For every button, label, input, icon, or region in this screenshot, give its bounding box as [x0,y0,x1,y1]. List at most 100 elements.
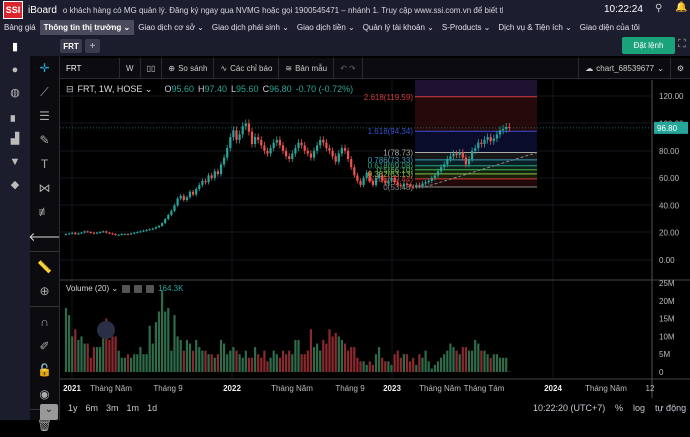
menu-item[interactable]: S-Products ⌄ [438,20,495,35]
candle-body [433,175,436,179]
auto-toggle[interactable]: tự động [655,403,686,413]
menu-item[interactable]: Giao diện của tôi [576,20,644,35]
bar-chart-icon[interactable]: ▮ [0,35,30,58]
candle-body [350,158,353,168]
compare-button[interactable]: ⊕ So sánh [162,57,215,79]
candle-body [278,139,281,146]
volume-bar [223,343,226,372]
candle-body [325,142,328,149]
volume-bar [130,357,133,372]
menu-item[interactable]: Giao dịch cơ sở ⌄ [134,20,208,35]
percent-toggle[interactable]: % [615,403,623,413]
volume-bar [176,336,179,372]
settings-gear-icon[interactable]: ⚙ [671,58,690,79]
range-button-6m[interactable]: 6m [86,403,99,413]
candle-body [102,231,105,233]
settings-icon[interactable] [122,284,131,293]
volume-bar [387,361,390,372]
series-title[interactable]: FRT, 1W, HOSE ⌄ [78,84,153,95]
volume-bar [288,350,291,372]
volume-bar [136,354,139,372]
candle-body [108,232,111,234]
menu-item[interactable]: Bảng giá [0,20,40,35]
globe-icon[interactable]: ◍ [0,81,30,104]
candle-body [495,134,498,139]
stats-icon[interactable]: ▖ [0,104,30,127]
tab-frt[interactable]: FRT [60,39,82,53]
time-tick: Tháng Tám [464,384,505,393]
range-button-1y[interactable]: 1y [68,403,78,413]
volume-tick: 20M [659,297,675,306]
lock-drawing-icon[interactable]: ✐ [30,334,59,358]
menu-item[interactable]: Giao dịch tiền ⌄ [293,20,359,35]
menu-item[interactable]: Thông tin thị trường ⌄ [39,20,135,35]
time-tick: 2021 [63,384,81,393]
volume-bar [427,361,430,372]
volume-bar [449,343,452,372]
menu-item[interactable]: Quản lý tài khoản ⌄ [359,20,438,35]
add-tab-button[interactable]: + [85,39,100,53]
crosshair-icon[interactable]: ✛ [30,56,59,80]
trend-line-icon[interactable]: ⟋ [30,80,59,104]
volume-bar [384,361,387,372]
fib-level-label: 2.618(119.59) [364,93,414,102]
candle-body [492,138,495,142]
candle-body [74,232,77,235]
log-toggle[interactable]: log [633,403,645,413]
range-button-1m[interactable]: 1m [127,403,140,413]
text-icon[interactable]: T [30,152,59,176]
candle-type-icon[interactable]: ▯▯ [141,57,163,79]
candle-body [210,175,213,179]
hide-icon[interactable] [134,284,143,293]
ruler-icon[interactable]: 📏 [30,255,59,279]
brush-icon[interactable]: ✎ [30,128,59,152]
collapse-icon[interactable]: ⊟ [66,84,74,95]
volume-bar [331,336,334,372]
zoom-in-icon[interactable]: ⊕ [30,279,59,303]
candle-body [170,210,173,215]
scroll-down-button[interactable]: ⌄ [40,404,58,420]
unlock-icon[interactable]: 🔓 [30,358,59,382]
candle-body [232,130,235,138]
ssi-logo[interactable]: SSI [3,1,23,19]
pattern-icon[interactable]: ⋈ [30,176,59,200]
range-button-1d[interactable]: 1d [147,403,157,413]
candle-body [83,231,86,233]
templates-button[interactable]: ≋ Bản mẫu [279,57,335,79]
volume-label[interactable]: Volume (20) ⌄ [66,284,118,293]
interval-button[interactable]: W [120,57,141,79]
volume-tick: 0 [659,368,664,377]
volume-bar [477,343,480,372]
menu-item[interactable]: Giao dịch phái sinh ⌄ [208,20,293,35]
candle-body [164,219,167,224]
candle-body [306,150,309,154]
fullscreen-icon[interactable]: ⛶ [678,38,686,51]
back-arrow-icon[interactable]: 🡐 [28,224,60,248]
volume-bar [359,361,362,372]
range-button-3m[interactable]: 3m [106,403,119,413]
eye-icon[interactable]: ◉ [30,382,59,406]
volume-bar [362,361,365,372]
info-icon[interactable]: ● [0,58,30,81]
place-order-button[interactable]: Đặt lệnh [622,37,675,54]
magnet-icon[interactable]: ∩ [30,310,59,334]
candle-body [229,137,232,149]
close-icon[interactable] [146,284,155,293]
notification-bell-icon[interactable]: 🔔 [675,2,687,13]
volume-bar [126,354,130,372]
volume-bar [148,325,151,372]
fib-icon[interactable]: ≢ [30,200,59,224]
undo-icon[interactable]: ↶ ↷ [334,57,363,79]
stats-detail-icon[interactable]: ▟ [0,127,30,150]
price-chart[interactable]: 2.618(119.59)1.618(94.34)1(78.73)0.786(7… [60,80,690,398]
filter-icon[interactable]: ▼ [0,150,30,173]
candle-body [334,156,337,162]
timezone-clock[interactable]: 10:22:20 (UTC+7) [533,403,605,413]
chart-save-button[interactable]: ☁ chart_68539677 ⌄ [578,57,671,79]
menu-item[interactable]: Dịch vụ & Tiện ích ⌄ [494,20,575,35]
parallel-lines-icon[interactable]: ☰ [30,104,59,128]
key-icon[interactable]: ⚲ [655,3,662,14]
book-icon[interactable]: ◆ [0,173,30,196]
indicators-button[interactable]: ∿ Các chỉ báo [214,57,280,79]
symbol-field[interactable]: FRT [60,57,120,79]
